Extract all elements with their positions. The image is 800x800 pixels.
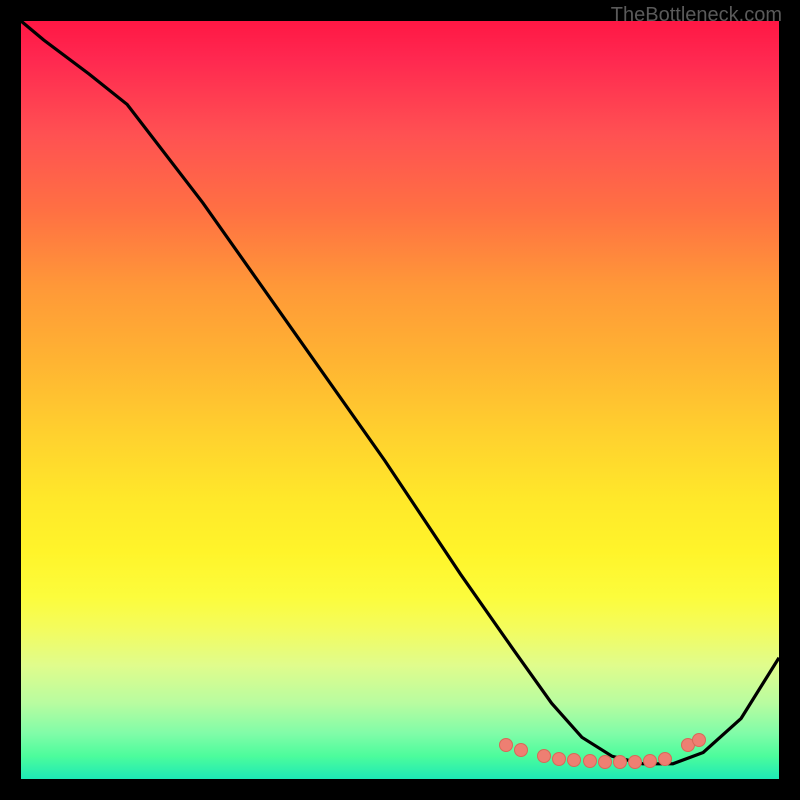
chart-marker-dot: [567, 753, 581, 767]
watermark-text: TheBottleneck.com: [611, 4, 782, 27]
chart-marker-dot: [628, 755, 642, 769]
chart-marker-dot: [552, 752, 566, 766]
chart-marker-dot: [598, 755, 612, 769]
chart-marker-dot: [643, 754, 657, 768]
chart-marker-dot: [658, 752, 672, 766]
chart-marker-dot: [583, 754, 597, 768]
chart-marker-dot: [537, 749, 551, 763]
chart-marker-dot: [692, 733, 706, 747]
chart-curve: [21, 21, 779, 779]
chart-marker-dot: [613, 755, 627, 769]
chart-marker-dot: [514, 743, 528, 757]
chart-plot-area: [21, 21, 779, 779]
chart-marker-dot: [499, 738, 513, 752]
